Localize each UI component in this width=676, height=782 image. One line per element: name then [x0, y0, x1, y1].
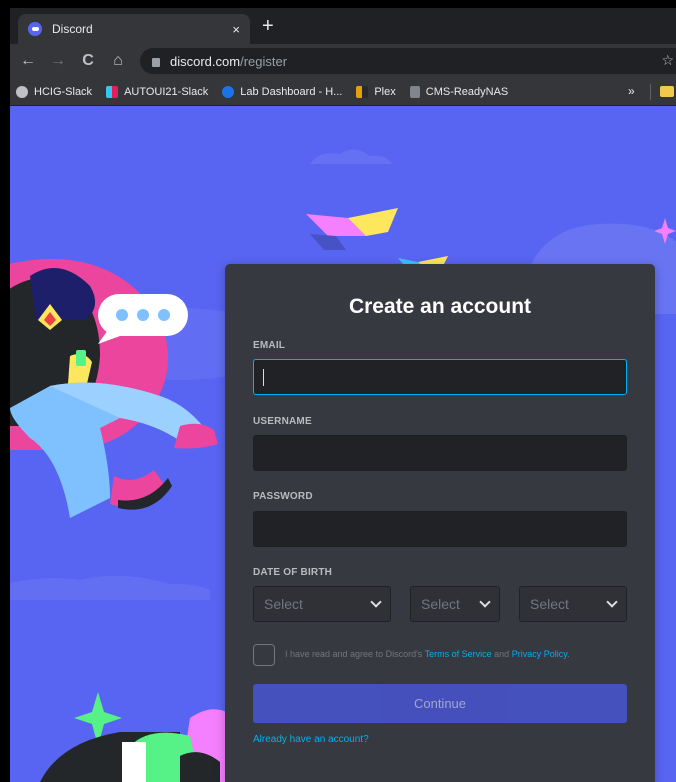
dob-month-select[interactable]: Select	[253, 586, 391, 622]
dob-day-value: Select	[421, 596, 460, 612]
dob-year-select[interactable]: Select	[519, 586, 627, 622]
terms-prefix: I have read and agree to Discord's	[285, 649, 425, 659]
discord-favicon-icon	[28, 22, 42, 36]
close-tab-icon[interactable]: ×	[232, 22, 240, 37]
dashboard-icon	[222, 85, 235, 98]
browser-window: Discord × + ← → C ⌂ discord.com/register…	[10, 8, 676, 782]
dob-day-select[interactable]: Select	[410, 586, 500, 622]
register-card: Create an account EMAIL USERNAME PASSWOR…	[225, 264, 655, 782]
email-label: EMAIL	[253, 340, 286, 351]
home-icon[interactable]: ⌂	[106, 52, 130, 70]
dob-month-value: Select	[264, 596, 303, 612]
terms-suffix: .	[567, 649, 570, 659]
plex-icon	[356, 85, 369, 98]
password-label: PASSWORD	[253, 491, 313, 502]
back-icon[interactable]: ←	[16, 52, 40, 70]
bookmarks-divider	[650, 84, 651, 100]
bookmark-cms-readynas[interactable]: CMS-ReadyNAS	[409, 85, 509, 98]
bookmark-autoui21-slack[interactable]: AUTOUI21-Slack	[106, 85, 209, 98]
lock-icon	[152, 57, 160, 67]
forward-icon[interactable]: →	[46, 52, 70, 70]
terms-of-service-link[interactable]: Terms of Service	[425, 649, 492, 659]
tab-discord[interactable]: Discord ×	[18, 14, 250, 44]
bookmark-label: CMS-ReadyNAS	[425, 85, 509, 98]
email-field[interactable]	[253, 359, 627, 395]
url-path: /register	[240, 53, 288, 69]
login-link[interactable]: Already have an account?	[253, 734, 369, 745]
reload-icon[interactable]: C	[76, 52, 100, 70]
page-title: Create an account	[348, 295, 532, 318]
privacy-policy-link[interactable]: Privacy Policy	[512, 649, 567, 659]
chevron-down-icon	[606, 596, 618, 608]
dob-label: DATE OF BIRTH	[253, 567, 333, 578]
bookmark-star-icon[interactable]: ☆	[661, 52, 674, 69]
slack-icon	[106, 85, 119, 98]
bookmark-hcig-slack[interactable]: HCIG-Slack	[16, 85, 93, 98]
more-bookmarks-icon[interactable]: »	[628, 84, 635, 98]
register-page: Create an account EMAIL USERNAME PASSWOR…	[10, 106, 676, 782]
terms-text: I have read and agree to Discord's Terms…	[285, 649, 570, 659]
bookmark-label: Plex	[374, 85, 396, 98]
terms-and: and	[491, 649, 512, 659]
tab-title: Discord	[52, 22, 93, 36]
chevron-down-icon	[370, 596, 382, 608]
dob-year-value: Select	[530, 596, 569, 612]
tab-bar: Discord × +	[10, 8, 676, 44]
continue-button[interactable]: Continue	[253, 684, 627, 723]
browser-toolbar: ← → C ⌂ discord.com/register ☆	[10, 44, 676, 78]
bookmark-label: AUTOUI21-Slack	[124, 85, 209, 98]
url-host: discord.com	[170, 53, 241, 69]
text-caret	[263, 369, 264, 386]
new-tab-button[interactable]: +	[262, 14, 274, 38]
password-field[interactable]	[253, 511, 627, 547]
bookmark-label: Lab Dashboard - H...	[240, 85, 343, 98]
bookmark-plex[interactable]: Plex	[356, 85, 396, 98]
terms-checkbox[interactable]	[253, 644, 275, 666]
bookmarks-bar: HCIG-Slack AUTOUI21-Slack Lab Dashboard …	[10, 78, 676, 106]
folder-icon[interactable]	[660, 86, 674, 97]
globe-icon	[16, 85, 28, 98]
username-field[interactable]	[253, 435, 627, 471]
username-label: USERNAME	[253, 416, 312, 427]
chevron-down-icon	[479, 596, 491, 608]
page-icon	[409, 85, 420, 98]
bookmark-lab-dashboard[interactable]: Lab Dashboard - H...	[222, 85, 343, 98]
address-bar[interactable]: discord.com/register	[140, 48, 676, 74]
bookmark-label: HCIG-Slack	[34, 85, 93, 98]
